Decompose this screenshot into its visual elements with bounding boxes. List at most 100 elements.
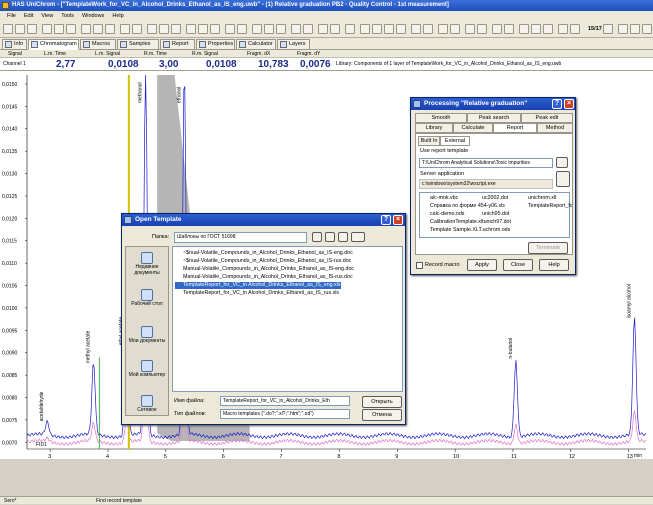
toolbar-button[interactable] — [132, 24, 142, 34]
toolbar-button[interactable] — [384, 24, 394, 34]
file-item[interactable]: TemplateReport_for_VC_in Alcohol_Drinks_… — [175, 290, 339, 297]
toolbar-button[interactable] — [423, 24, 433, 34]
tab-macros[interactable]: Macros — [80, 39, 116, 50]
menu-item-4[interactable]: Windows — [78, 11, 108, 21]
toolbar-button[interactable] — [558, 24, 568, 34]
template-file-list[interactable]: alc-mok.vbc uc2002.dot unichrom.xll Спра… — [419, 192, 572, 238]
toolbar-button[interactable] — [543, 24, 553, 34]
toolbar-button[interactable] — [642, 24, 652, 34]
toolbar-button[interactable] — [618, 24, 628, 34]
script-button[interactable] — [556, 171, 570, 187]
toolbar-button[interactable] — [171, 24, 181, 34]
menu-item-1[interactable]: Edit — [20, 11, 37, 21]
toolbar-button[interactable] — [291, 24, 301, 34]
file-item[interactable]: alc-mok.vbc — [422, 195, 458, 202]
tab-properties[interactable]: Properties — [196, 39, 235, 50]
toolbar-button[interactable] — [27, 24, 37, 34]
close-button[interactable]: Close — [503, 259, 533, 271]
toolbar-button[interactable] — [360, 24, 370, 34]
subtab-built-in[interactable]: Built In — [418, 136, 440, 146]
toolbar-button[interactable] — [54, 24, 64, 34]
file-item[interactable]: uc2002.dot — [474, 195, 508, 202]
toolbar-button[interactable] — [159, 24, 169, 34]
place-my-computer[interactable]: Мой компьютер — [128, 360, 166, 379]
toolbar-button[interactable] — [345, 24, 355, 34]
tab-smooth[interactable]: Smooth — [415, 113, 467, 123]
toolbar-button[interactable] — [531, 24, 541, 34]
help-button[interactable]: Help — [539, 259, 569, 271]
toolbar-button[interactable] — [318, 24, 328, 34]
toolbar-button[interactable] — [630, 24, 640, 34]
new-folder-button[interactable] — [338, 232, 348, 242]
toolbar-button[interactable] — [603, 24, 613, 34]
file-item[interactable]: Template Sample.XLT.uchrom.ods — [422, 227, 510, 234]
toolbar-button[interactable] — [372, 24, 382, 34]
toolbar-button[interactable] — [252, 24, 262, 34]
tab-report[interactable]: Report — [493, 123, 537, 133]
file-item[interactable]: Manual-Volatile_Compounds_in_Alcohol_Dri… — [175, 266, 354, 273]
menu-item-2[interactable]: View — [37, 11, 57, 21]
toolbar-button[interactable] — [492, 24, 502, 34]
menu-item-5[interactable]: Help — [108, 11, 127, 21]
tab-peak-search[interactable]: Peak search — [467, 113, 521, 123]
tab-layers[interactable]: Layers — [277, 39, 310, 50]
file-item[interactable]: Справка по форме 454-у06.xls — [422, 203, 505, 210]
tab-info[interactable]: Info — [2, 39, 27, 50]
file-item[interactable]: unichrom.xll — [520, 195, 556, 202]
folder-select[interactable]: Шаблоны по ГОСТ 51698 — [174, 232, 307, 243]
file-item[interactable]: ~$nual-Volatile_Compounds_in_Alcohol_Dri… — [175, 258, 351, 265]
toolbar-button[interactable] — [105, 24, 115, 34]
place-my-documents[interactable]: Мои документы — [128, 326, 166, 345]
file-list[interactable]: ~$nual-Volatile_Compounds_in_Alcohol_Dri… — [172, 246, 403, 392]
toolbar-button[interactable] — [570, 24, 580, 34]
toolbar-button[interactable] — [42, 24, 52, 34]
filetype-select[interactable]: Macro templates (".do?;".xl?;".htm";".od… — [220, 409, 350, 419]
up-folder-button[interactable] — [325, 232, 335, 242]
toolbar-button[interactable] — [411, 24, 421, 34]
server-path-field[interactable]: c:\windows\system32\wscript.exe — [419, 179, 553, 189]
toolbar-button[interactable] — [477, 24, 487, 34]
toolbar-button[interactable] — [264, 24, 274, 34]
cancel-button[interactable]: Отмена — [362, 409, 402, 421]
template-path-select[interactable]: T:\UniChrom Analytical Solutions\Toxic i… — [419, 158, 553, 168]
filename-input[interactable]: TemplateReport_for_VC_in_Alcohol_Drinks_… — [220, 396, 350, 406]
toolbar-button[interactable] — [210, 24, 220, 34]
toolbar-button[interactable] — [303, 24, 313, 34]
tab-calculate[interactable]: Calculate — [453, 123, 493, 133]
tab-report[interactable]: Report — [160, 39, 195, 50]
terminate-button[interactable]: Terminate — [528, 242, 568, 254]
place-network[interactable]: Сетевое — [128, 395, 166, 414]
toolbar-button[interactable] — [438, 24, 448, 34]
toolbar-button[interactable] — [504, 24, 514, 34]
toolbar-button[interactable] — [237, 24, 247, 34]
toolbar-button[interactable] — [465, 24, 475, 34]
toolbar-button[interactable] — [3, 24, 13, 34]
toolbar-button[interactable] — [120, 24, 130, 34]
toolbar-button[interactable] — [147, 24, 157, 34]
file-item-selected[interactable]: TemplateReport_for_VC_in Alcohol_Drinks_… — [175, 282, 341, 289]
file-item[interactable]: calc-demo.ods — [422, 211, 464, 218]
toolbar-button[interactable] — [519, 24, 529, 34]
help-icon[interactable]: ? — [381, 215, 391, 225]
view-menu-button[interactable] — [351, 232, 365, 242]
toolbar-button[interactable] — [198, 24, 208, 34]
tab-samples[interactable]: Samples — [117, 39, 159, 50]
toolbar-button[interactable] — [15, 24, 25, 34]
tab-method[interactable]: Method — [537, 123, 573, 133]
help-icon[interactable]: ? — [552, 99, 562, 109]
place-desktop[interactable]: Рабочий стол — [128, 289, 166, 308]
menu-item-3[interactable]: Tools — [57, 11, 78, 21]
toolbar-button[interactable] — [396, 24, 406, 34]
place-recent[interactable]: Недавние документы — [128, 252, 166, 276]
tab-peak-edit[interactable]: Peak edit — [521, 113, 573, 123]
menu-item-0[interactable]: File — [3, 11, 20, 21]
toolbar-button[interactable] — [276, 24, 286, 34]
apply-button[interactable]: Apply — [467, 259, 497, 271]
file-item[interactable]: unich95.dot — [474, 211, 509, 218]
toolbar-button[interactable] — [81, 24, 91, 34]
tab-chromatogram[interactable]: Chromatogram — [28, 39, 79, 50]
toolbar-button[interactable] — [93, 24, 103, 34]
toolbar-button[interactable] — [330, 24, 340, 34]
tab-calculator[interactable]: Calculator — [236, 39, 276, 50]
back-button[interactable] — [312, 232, 322, 242]
